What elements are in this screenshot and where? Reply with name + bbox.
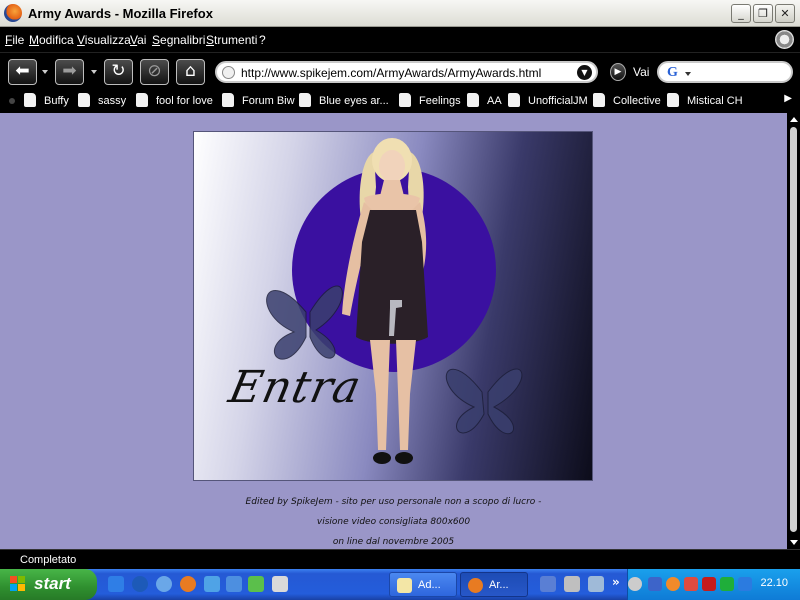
menu-bar: File Modifica Visualizza Vai Segnalibri …	[0, 27, 800, 52]
scroll-down-arrow-icon[interactable]	[790, 540, 798, 545]
search-bar[interactable]: G	[657, 61, 793, 83]
reload-icon[interactable]: ↻	[104, 59, 133, 85]
bookmark-folder[interactable]: fool for love	[136, 93, 213, 109]
back-history-chevron-icon[interactable]	[42, 70, 48, 74]
woman-figure-image	[266, 138, 523, 464]
bookmark-folder[interactable]: Forum Biw	[222, 93, 295, 109]
entra-banner-link[interactable]: Entra	[193, 131, 593, 481]
go-button-label[interactable]: Vai	[633, 65, 649, 79]
scroll-up-arrow-icon[interactable]	[790, 117, 798, 122]
bookmarks-toolbar: Buffy sassy fool for love Forum Biw Blue…	[0, 89, 800, 113]
entra-text: Entra	[224, 362, 366, 413]
start-button[interactable]: start	[0, 569, 97, 600]
minimize-button[interactable]: _	[731, 4, 751, 23]
folder-icon	[299, 93, 311, 107]
outlook-icon[interactable]	[226, 576, 242, 592]
bookmarks-overflow-chevron-icon[interactable]: ▶	[784, 93, 792, 104]
antivirus-tray-icon[interactable]	[702, 577, 716, 591]
folder-icon	[508, 93, 520, 107]
home-icon[interactable]: ⌂	[176, 59, 205, 85]
page-icon	[222, 66, 235, 79]
back-arrow-icon[interactable]: ⬅	[8, 59, 37, 85]
scanner-icon[interactable]	[588, 576, 604, 592]
bookmark-folder[interactable]: Blue eyes ar...	[299, 93, 389, 109]
show-desktop-icon[interactable]	[272, 576, 288, 592]
menu-strumenti[interactable]: Strumenti	[206, 33, 257, 47]
windows-logo-icon	[10, 576, 26, 592]
monitor-tray-icon[interactable]	[648, 577, 662, 591]
vertical-scrollbar[interactable]	[787, 113, 800, 549]
forward-history-chevron-icon[interactable]	[91, 70, 97, 74]
firefox-quicklaunch-icon[interactable]	[180, 576, 196, 592]
drive-icon[interactable]	[564, 576, 580, 592]
menu-visualizza[interactable]: Visualizza	[77, 33, 131, 47]
address-bar: ▼	[215, 61, 598, 83]
folder-icon	[24, 93, 36, 107]
bookmark-folder[interactable]: Collective	[593, 93, 661, 109]
taskbar: start Ad... Ar... » 22.10	[0, 569, 800, 600]
butterfly-right-icon	[445, 368, 523, 435]
system-tray: 22.10	[627, 569, 800, 600]
folder-icon	[467, 93, 479, 107]
folder-icon	[399, 93, 411, 107]
throbber-icon	[775, 30, 794, 49]
folder-icon	[222, 93, 234, 107]
title-bar: Army Awards - Mozilla Firefox _ ❐ ✕	[0, 0, 800, 27]
footer-credit-text: Edited by SpikeJem - sito per uso person…	[245, 497, 542, 507]
tools-tray-icon[interactable]	[684, 577, 698, 591]
toolbar-grip-icon	[9, 98, 15, 104]
url-input[interactable]	[241, 64, 571, 81]
window-title: Army Awards - Mozilla Firefox	[28, 6, 213, 21]
taskbar-item-ad[interactable]: Ad...	[389, 572, 457, 597]
restore-button[interactable]: ❐	[753, 4, 773, 23]
taskbar-item-ar[interactable]: Ar...	[460, 572, 528, 597]
url-history-chevron-icon[interactable]: ▼	[577, 65, 592, 80]
bookmark-folder[interactable]: UnofficialJM	[508, 93, 588, 109]
footer-resolution-text: visione video consigliata 800x600	[316, 517, 471, 527]
firefox-icon	[4, 4, 22, 22]
menu-modifica[interactable]: Modifica	[29, 33, 74, 47]
footer-online-since-text: on line dal novembre 2005	[332, 537, 455, 547]
folder-icon	[667, 93, 679, 107]
menu-vai[interactable]: Vai	[130, 33, 146, 47]
status-text: Completato	[20, 554, 77, 566]
folder-icon	[136, 93, 148, 107]
butterfly-left-icon	[266, 285, 343, 360]
bookmark-folder[interactable]: Feelings	[399, 93, 461, 109]
start-label: start	[34, 574, 71, 593]
clock[interactable]: 22.10	[760, 577, 788, 589]
bookmark-folder[interactable]: AA	[467, 93, 502, 109]
bookmark-folder[interactable]: Mistical CH	[667, 93, 743, 109]
taskbar-overflow-chevron-icon[interactable]: »	[612, 575, 620, 589]
folder-icon	[593, 93, 605, 107]
internet-explorer-icon[interactable]	[108, 576, 124, 592]
google-search-engine-icon[interactable]: G	[667, 65, 678, 81]
menu-file[interactable]: File	[5, 33, 24, 47]
scroll-thumb[interactable]	[790, 127, 797, 532]
status-bar: Completato	[0, 549, 800, 569]
firefox-task-icon	[468, 578, 483, 593]
msn-butterfly-icon[interactable]	[248, 576, 264, 592]
bookmark-folder[interactable]: Buffy	[24, 93, 69, 109]
search-icon[interactable]	[156, 576, 172, 592]
connection-tray-icon[interactable]	[738, 577, 752, 591]
folder-icon	[78, 93, 90, 107]
bookmark-folder[interactable]: sassy	[78, 93, 126, 109]
document-icon	[397, 578, 412, 593]
search-engine-chevron-icon[interactable]	[685, 72, 691, 76]
play-tray-icon[interactable]	[720, 577, 734, 591]
firewall-tray-icon[interactable]	[666, 577, 680, 591]
stop-icon[interactable]: ⊘	[140, 59, 169, 85]
tray-collapse-chevron-icon[interactable]	[628, 577, 642, 591]
media-player-icon[interactable]	[132, 576, 148, 592]
go-arrow-icon[interactable]: ▶	[610, 63, 626, 81]
page-content: Entra Edited by SpikeJem - sito per uso …	[0, 113, 787, 549]
network-tray-icon[interactable]	[540, 576, 556, 592]
close-button[interactable]: ✕	[775, 4, 795, 23]
forward-arrow-icon[interactable]: ➡	[55, 59, 84, 85]
menu-segnalibri[interactable]: Segnalibri	[152, 33, 205, 47]
messenger-icon[interactable]	[204, 576, 220, 592]
menu-help[interactable]: ?	[259, 33, 266, 47]
navigation-toolbar: ⬅ ➡ ↻ ⊘ ⌂ ▼ ▶ Vai G	[0, 52, 800, 89]
